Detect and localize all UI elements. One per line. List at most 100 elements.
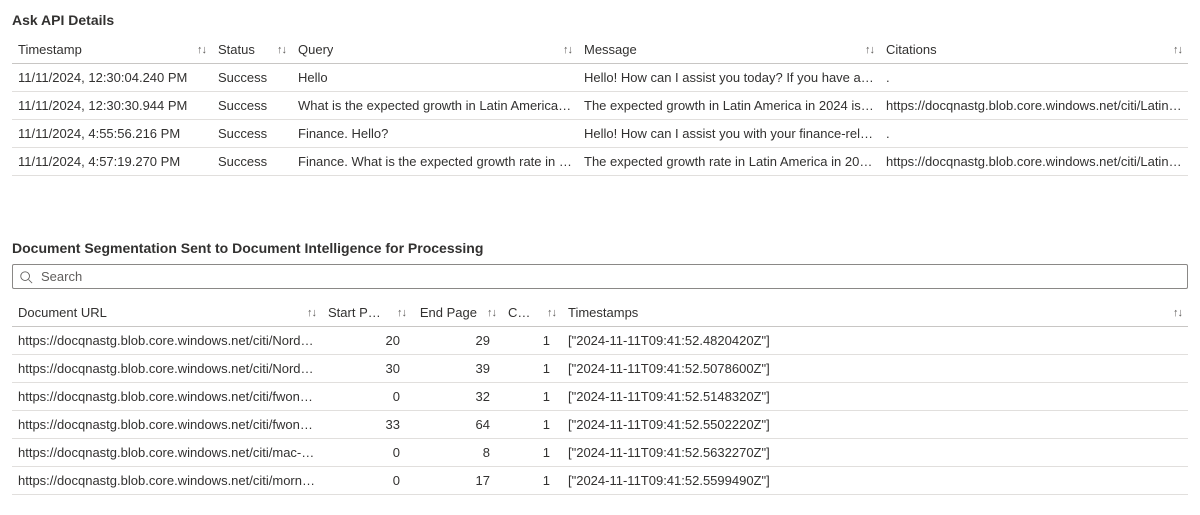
column-header-document-url[interactable]: Document URL ↑↓ bbox=[12, 299, 322, 327]
cell-end_page: 39 bbox=[412, 355, 502, 383]
cell-timestamps: ["2024-11-11T09:41:52.4820420Z"] bbox=[562, 327, 862, 355]
cell-query: Finance. Hello? bbox=[292, 120, 578, 148]
column-header-query[interactable]: Query ↑↓ bbox=[292, 36, 578, 64]
table-row[interactable]: https://docqnastg.blob.core.windows.net/… bbox=[12, 327, 1188, 355]
cell-padding bbox=[862, 355, 1188, 383]
column-label: Message bbox=[584, 42, 637, 57]
table-row[interactable]: https://docqnastg.blob.core.windows.net/… bbox=[12, 439, 1188, 467]
cell-url: https://docqnastg.blob.core.windows.net/… bbox=[12, 467, 322, 495]
ask-api-header-row: Timestamp ↑↓ Status ↑↓ Query ↑↓ bbox=[12, 36, 1188, 64]
table-row[interactable]: https://docqnastg.blob.core.windows.net/… bbox=[12, 355, 1188, 383]
segmentation-header-row: Document URL ↑↓ Start Page ↑↓ End Page ↑… bbox=[12, 299, 1188, 327]
cell-message: The expected growth rate in Latin Americ… bbox=[578, 148, 880, 176]
cell-end_page: 29 bbox=[412, 327, 502, 355]
table-row[interactable]: 11/11/2024, 12:30:30.944 PMSuccessWhat i… bbox=[12, 92, 1188, 120]
cell-status: Success bbox=[212, 92, 292, 120]
cell-status: Success bbox=[212, 120, 292, 148]
table-row[interactable]: 11/11/2024, 4:57:19.270 PMSuccessFinance… bbox=[12, 148, 1188, 176]
sort-icon[interactable]: ↑↓ bbox=[397, 307, 406, 319]
search-box[interactable] bbox=[12, 264, 1188, 289]
cell-start_page: 33 bbox=[322, 411, 412, 439]
cell-timestamps: ["2024-11-11T09:41:52.5502220Z"] bbox=[562, 411, 862, 439]
cell-message: The expected growth in Latin America in … bbox=[578, 92, 880, 120]
cell-padding bbox=[862, 411, 1188, 439]
column-label: Start Page bbox=[328, 305, 387, 320]
cell-url: https://docqnastg.blob.core.windows.net/… bbox=[12, 439, 322, 467]
cell-status: Success bbox=[212, 148, 292, 176]
sort-icon[interactable]: ↑↓ bbox=[487, 307, 496, 319]
cell-count: 1 bbox=[502, 355, 562, 383]
cell-message: Hello! How can I assist you today? If yo… bbox=[578, 64, 880, 92]
cell-start_page: 20 bbox=[322, 327, 412, 355]
segmentation-table: Document URL ↑↓ Start Page ↑↓ End Page ↑… bbox=[12, 299, 1188, 495]
cell-start_page: 30 bbox=[322, 355, 412, 383]
column-label: Status bbox=[218, 42, 255, 57]
cell-url: https://docqnastg.blob.core.windows.net/… bbox=[12, 411, 322, 439]
cell-start_page: 0 bbox=[322, 467, 412, 495]
cell-status: Success bbox=[212, 64, 292, 92]
sort-icon[interactable]: ↑↓ bbox=[547, 307, 556, 319]
cell-padding bbox=[862, 439, 1188, 467]
ask-api-table: Timestamp ↑↓ Status ↑↓ Query ↑↓ bbox=[12, 36, 1188, 176]
cell-end_page: 17 bbox=[412, 467, 502, 495]
sort-icon[interactable]: ↑↓ bbox=[197, 44, 206, 56]
search-input[interactable] bbox=[39, 268, 1181, 285]
search-icon bbox=[19, 270, 33, 284]
sort-icon[interactable]: ↑↓ bbox=[277, 44, 286, 56]
column-label: Timestamp bbox=[18, 42, 82, 57]
cell-query: Finance. What is the expected growth rat… bbox=[292, 148, 578, 176]
column-header-timestamps[interactable]: Timestamps bbox=[562, 299, 862, 327]
sort-icon[interactable]: ↑↓ bbox=[1173, 307, 1182, 319]
sort-icon[interactable]: ↑↓ bbox=[1173, 44, 1182, 56]
column-header-start-page[interactable]: Start Page ↑↓ bbox=[322, 299, 412, 327]
column-header-message[interactable]: Message ↑↓ bbox=[578, 36, 880, 64]
cell-url: https://docqnastg.blob.core.windows.net/… bbox=[12, 355, 322, 383]
column-header-count[interactable]: Count ↑↓ bbox=[502, 299, 562, 327]
segmentation-title: Document Segmentation Sent to Document I… bbox=[12, 240, 1188, 256]
column-label: Query bbox=[298, 42, 333, 57]
sort-icon[interactable]: ↑↓ bbox=[563, 44, 572, 56]
cell-citations: https://docqnastg.blob.core.windows.net/… bbox=[880, 148, 1188, 176]
sort-icon[interactable]: ↑↓ bbox=[865, 44, 874, 56]
cell-padding bbox=[862, 327, 1188, 355]
column-label: Count bbox=[508, 305, 537, 320]
ask-api-title: Ask API Details bbox=[12, 12, 1188, 28]
cell-count: 1 bbox=[502, 411, 562, 439]
cell-count: 1 bbox=[502, 467, 562, 495]
table-row[interactable]: 11/11/2024, 4:55:56.216 PMSuccessFinance… bbox=[12, 120, 1188, 148]
column-label: Document URL bbox=[18, 305, 107, 320]
column-label: End Page bbox=[420, 305, 477, 320]
cell-end_page: 8 bbox=[412, 439, 502, 467]
cell-url: https://docqnastg.blob.core.windows.net/… bbox=[12, 327, 322, 355]
cell-timestamps: ["2024-11-11T09:41:52.5078600Z"] bbox=[562, 355, 862, 383]
cell-count: 1 bbox=[502, 439, 562, 467]
cell-citations: . bbox=[880, 64, 1188, 92]
cell-timestamp: 11/11/2024, 4:57:19.270 PM bbox=[12, 148, 212, 176]
cell-count: 1 bbox=[502, 383, 562, 411]
column-label: Timestamps bbox=[568, 305, 638, 320]
cell-citations: https://docqnastg.blob.core.windows.net/… bbox=[880, 92, 1188, 120]
cell-padding bbox=[862, 383, 1188, 411]
cell-citations: . bbox=[880, 120, 1188, 148]
column-label: Citations bbox=[886, 42, 937, 57]
table-row[interactable]: 11/11/2024, 12:30:04.240 PMSuccessHelloH… bbox=[12, 64, 1188, 92]
table-row[interactable]: https://docqnastg.blob.core.windows.net/… bbox=[12, 383, 1188, 411]
cell-start_page: 0 bbox=[322, 439, 412, 467]
cell-end_page: 32 bbox=[412, 383, 502, 411]
cell-url: https://docqnastg.blob.core.windows.net/… bbox=[12, 383, 322, 411]
table-row[interactable]: https://docqnastg.blob.core.windows.net/… bbox=[12, 411, 1188, 439]
column-header-citations[interactable]: Citations ↑↓ bbox=[880, 36, 1188, 64]
column-header-blank[interactable]: ↑↓ bbox=[862, 299, 1188, 327]
cell-query: What is the expected growth in Latin Ame… bbox=[292, 92, 578, 120]
cell-query: Hello bbox=[292, 64, 578, 92]
column-header-status[interactable]: Status ↑↓ bbox=[212, 36, 292, 64]
sort-icon[interactable]: ↑↓ bbox=[307, 307, 316, 319]
cell-timestamps: ["2024-11-11T09:41:52.5632270Z"] bbox=[562, 439, 862, 467]
cell-count: 1 bbox=[502, 327, 562, 355]
cell-padding bbox=[862, 467, 1188, 495]
table-row[interactable]: https://docqnastg.blob.core.windows.net/… bbox=[12, 467, 1188, 495]
column-header-timestamp[interactable]: Timestamp ↑↓ bbox=[12, 36, 212, 64]
cell-end_page: 64 bbox=[412, 411, 502, 439]
cell-timestamp: 11/11/2024, 4:55:56.216 PM bbox=[12, 120, 212, 148]
column-header-end-page[interactable]: End Page ↑↓ bbox=[412, 299, 502, 327]
